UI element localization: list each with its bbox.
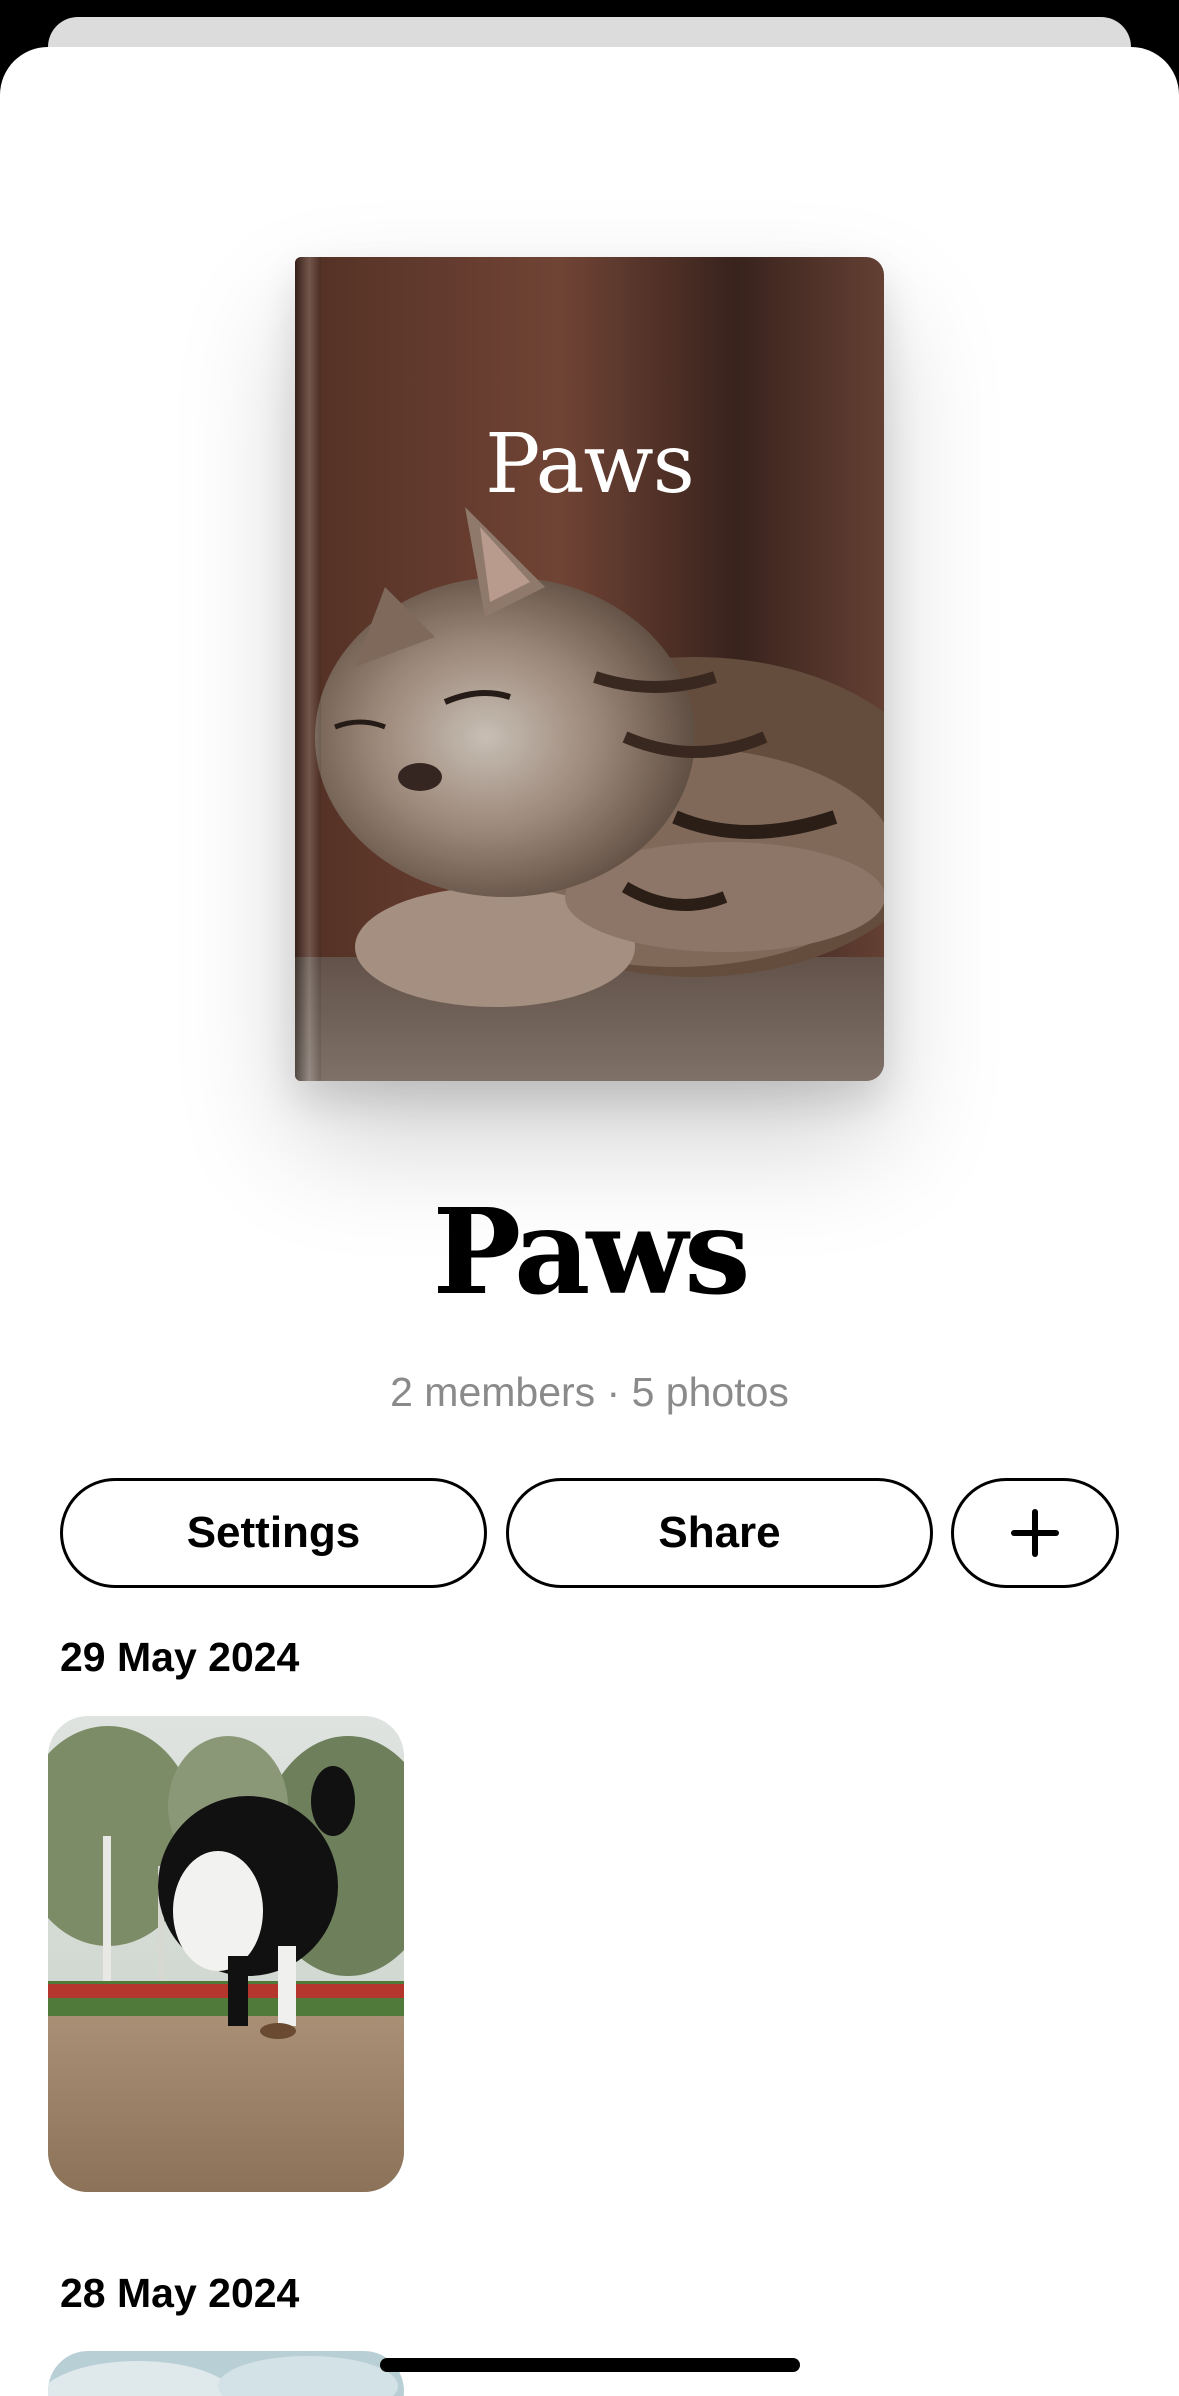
date-header: 29 May 2024 — [60, 1634, 300, 1680]
share-button-label: Share — [658, 1508, 781, 1557]
plus-icon — [1011, 1509, 1059, 1557]
date-header: 28 May 2024 — [60, 2270, 300, 2316]
home-indicator[interactable] — [380, 2358, 800, 2372]
cover-title: Paws — [485, 417, 695, 512]
settings-button-label: Settings — [186, 1508, 361, 1557]
album-meta: 2 members · 5 photos — [390, 1369, 789, 1415]
cat-photo — [295, 257, 884, 1081]
album-cover[interactable]: Paws — [295, 257, 884, 1081]
album-sheet: Paws Paws 2 members · 5 photos Settings … — [0, 47, 1179, 2396]
photo-thumbnail[interactable] — [48, 1716, 404, 2192]
dog-photo — [48, 1716, 404, 2192]
share-button[interactable]: Share — [506, 1478, 933, 1588]
sky-photo — [48, 2351, 404, 2396]
settings-button[interactable]: Settings — [60, 1478, 487, 1588]
album-title: Paws — [432, 1182, 750, 1321]
add-photo-button[interactable] — [951, 1478, 1119, 1588]
photo-thumbnail[interactable] — [48, 2351, 404, 2396]
book-spine — [295, 257, 321, 1081]
